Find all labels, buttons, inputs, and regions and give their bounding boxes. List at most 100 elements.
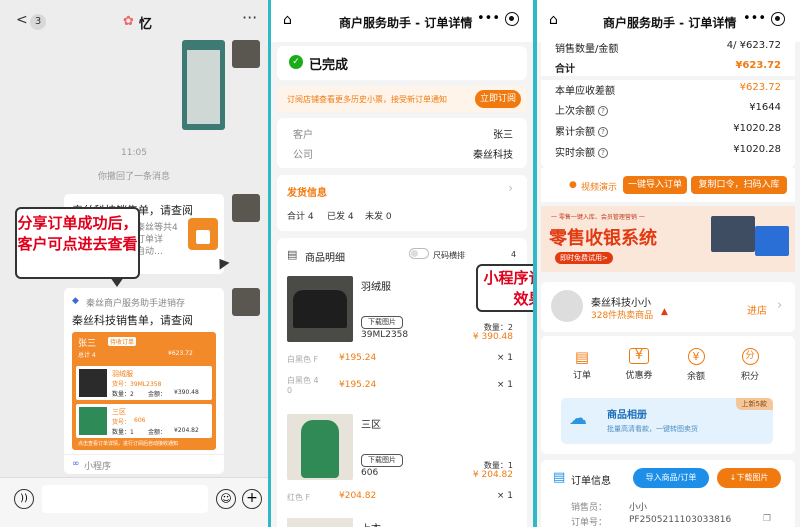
thumb-total: 总计 4 — [78, 352, 96, 359]
home-icon[interactable]: ⌂ — [283, 12, 292, 28]
order-panel: ⌂ 商户服务助手 - 订单详情 ••• ✓ 已完成 订阅店铺查看更多历史小票，接… — [271, 0, 533, 527]
import-order-button[interactable]: 一键导入订单 — [623, 176, 687, 194]
summary-value: ¥1020.28 — [733, 123, 781, 134]
item1-image[interactable] — [287, 276, 353, 342]
summary-row: 合计 ¥623.72 — [555, 60, 781, 75]
coupon-icon: ¥ — [629, 348, 649, 364]
order-info-icon: ▤ — [553, 470, 566, 485]
summary-label: 实时余额 — [555, 148, 595, 159]
company-name: 秦丝科技 — [473, 150, 513, 161]
thumb-customer: 张三 — [78, 339, 97, 349]
help-icon[interactable]: ? — [598, 148, 608, 158]
avatar[interactable] — [232, 288, 260, 316]
shipping-card[interactable]: 发货信息 › 合计 4 已发 4 未发 0 — [277, 175, 527, 231]
banner-cta[interactable]: 即时免费试用> — [555, 252, 613, 264]
menu-points[interactable]: 分 积分 — [735, 348, 765, 382]
more-icon[interactable]: ••• — [477, 11, 500, 26]
item1-name: 羽绒服 — [361, 282, 391, 293]
detail-title: 商品明细 — [305, 253, 345, 264]
summary-card: 销售数量/金额 4/ ¥623.72 合计 ¥623.72 本单应收差额 ¥623.7… — [541, 34, 795, 168]
order-status: 已完成 — [309, 58, 349, 73]
subscribe-notice: 订阅店铺查看更多历史小票，接受新订单通知 立即订阅 — [277, 86, 527, 112]
thumb-item2-amt: 金额： — [148, 429, 167, 436]
help-icon[interactable]: ? — [598, 106, 608, 116]
voice-icon[interactable]: )) — [14, 489, 34, 509]
menu-orders-label: 订单 — [572, 371, 591, 381]
summary-value: 4/ ¥623.72 — [726, 40, 781, 51]
thumb-item-1: 羽绒服 货号：39ML2358 数量：2 金额： ¥390.48 — [76, 366, 212, 400]
item1-download-button[interactable]: 下载图片 — [361, 316, 403, 329]
promo-banner[interactable]: 一 零售一键入库、会员管理营销 一 零售收银系统 即时免费试用> — [541, 206, 795, 272]
emoji-icon[interactable]: ☺ — [216, 489, 236, 509]
more-icon[interactable]: ••• — [743, 11, 766, 26]
video-demo-link[interactable]: 视频演示 — [581, 180, 617, 193]
company-label: 公司 — [293, 150, 313, 161]
seller-name: 小小 — [629, 503, 648, 513]
summary-value: ¥623.72 — [739, 82, 781, 93]
item2-total: ¥ 204.82 — [472, 470, 513, 480]
thumb-footer: 点击查看订单详情，进行订阅后自动接收通知 — [78, 441, 179, 447]
menu-points-label: 积分 — [740, 372, 759, 382]
copy-icon[interactable]: ❐ — [763, 514, 771, 524]
thumb-item1-price: ¥390.48 — [174, 389, 199, 396]
thumb-item2-no: 货号： — [112, 419, 131, 426]
shipping-sent: 已发 4 — [327, 212, 354, 222]
home-icon[interactable]: ⌂ — [549, 12, 558, 28]
album-badge: 上新5款 — [735, 398, 773, 410]
summary-row: 销售数量/金额 4/ ¥623.72 — [555, 40, 781, 55]
cloud-icon: ☁ — [569, 408, 587, 429]
shop-hot: 328件热卖商品 — [591, 311, 654, 321]
avatar[interactable] — [232, 40, 260, 68]
chat-title: 忆 — [139, 17, 153, 32]
summary-label: 合计 — [555, 64, 575, 75]
thumb-item2-price: ¥204.82 — [174, 427, 199, 434]
effect-tip-text: 小程序订单查看效果图 — [483, 269, 533, 308]
seller-label: 销售员： — [571, 503, 608, 513]
shop-enter-link[interactable]: 进店 — [747, 302, 767, 317]
tip-pointer — [110, 277, 124, 287]
unread-badge[interactable]: 3 — [30, 14, 46, 30]
screenshot-image[interactable] — [182, 40, 225, 130]
order-no: PF2505211103033816 — [629, 515, 732, 525]
item2-image[interactable] — [287, 414, 353, 480]
shop-card[interactable]: 秦丝科技小小 328件热卖商品 ▲ 进店 › — [541, 282, 795, 332]
menu-balance[interactable]: ¥ 余额 — [681, 348, 711, 382]
shop-menu-card: ▤ 订单 ¥ 优惠券 ¥ 余额 分 积分 ☁ 商品相册 批量高清看款，一键转图卖… — [541, 336, 795, 454]
size-toggle[interactable] — [409, 248, 429, 259]
back-icon[interactable]: < — [16, 12, 28, 28]
plus-icon[interactable]: + — [242, 489, 262, 509]
yen-icon: ¥ — [687, 348, 705, 365]
close-mini-icon[interactable] — [771, 12, 785, 26]
menu-orders[interactable]: ▤ 订单 — [567, 348, 597, 381]
order-title: 商户服务助手 - 订单详情 — [339, 16, 473, 30]
summary-value: ¥1644 — [749, 102, 781, 113]
item3-name: 上衣 — [361, 520, 381, 527]
close-mini-icon[interactable] — [505, 12, 519, 26]
menu-coupons[interactable]: ¥ 优惠券 — [621, 348, 657, 381]
album-banner[interactable]: ☁ 商品相册 批量高清看款，一键转图卖货 上新5款 — [561, 398, 773, 444]
thumb-item2-name: 三区 — [112, 408, 126, 416]
mini-program-card[interactable]: ◆ 秦丝商户服务助手进销存 秦丝科技销售单，请查阅 张三 待收订单 总计 4 ¥… — [64, 288, 224, 474]
shipping-unsent: 未发 0 — [365, 212, 392, 222]
pos-device-icon — [711, 216, 755, 252]
item2-download-button[interactable]: 下载图片 — [361, 454, 403, 467]
download-images-button[interactable]: ↓下载图片 — [717, 468, 781, 488]
message-input[interactable] — [42, 485, 208, 513]
order-info-card: ▤ 订单信息 导入商品/订单 ↓下载图片 销售员： 小小 订单号： PF2505… — [541, 460, 795, 527]
import-goods-button[interactable]: 导入商品/订单 — [633, 468, 709, 488]
subscribe-button[interactable]: 立即订阅 — [475, 90, 521, 108]
fire-icon: ▲ — [661, 307, 668, 317]
more-icon[interactable]: ··· — [242, 8, 257, 27]
customer-card: 客户 张三 公司 秦丝科技 — [277, 118, 527, 168]
avatar[interactable] — [232, 194, 260, 222]
banner-title: 零售收银系统 — [549, 228, 657, 249]
item2-variant1-qty: × 1 — [496, 491, 513, 501]
doc-icon: ▤ — [574, 348, 590, 366]
help-icon[interactable]: ? — [598, 127, 608, 137]
thumb-item1-name: 羽绒服 — [112, 370, 133, 378]
box-logo-icon — [188, 218, 218, 250]
copy-code-button[interactable]: 复制口令，扫码入库 — [691, 176, 787, 194]
mini-title: 秦丝科技销售单，请查阅 — [72, 314, 193, 327]
item3-image[interactable] — [287, 518, 353, 527]
thumb-tag: 待收订单 — [108, 337, 137, 346]
